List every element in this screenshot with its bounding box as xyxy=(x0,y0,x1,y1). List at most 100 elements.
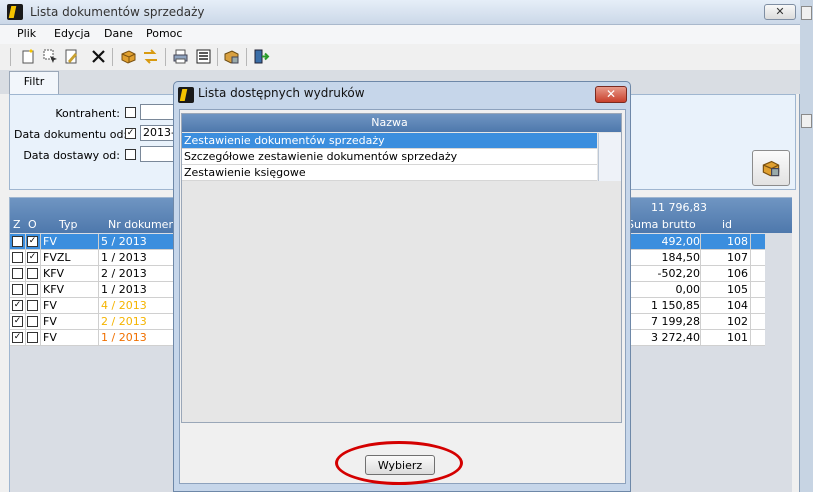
o-checkbox[interactable] xyxy=(27,316,38,327)
document-date-input[interactable]: 2013-0 xyxy=(140,125,174,141)
column-type[interactable]: Typ xyxy=(59,218,78,231)
grid-cell-divider xyxy=(25,234,26,250)
row-gross: 0,00 xyxy=(675,283,701,296)
o-checkbox[interactable]: ✓ xyxy=(27,236,38,247)
choose-button[interactable]: Wybierz xyxy=(365,455,435,475)
contractor-checkbox[interactable] xyxy=(125,107,136,118)
toolbar-grip xyxy=(10,48,11,66)
title-bar: Lista dokumentów sprzedaży ✕ xyxy=(0,0,800,25)
print-button[interactable] xyxy=(752,150,790,186)
menu-dane[interactable]: Dane xyxy=(104,27,133,40)
dialog-close-button[interactable]: ✕ xyxy=(595,86,627,103)
row-type: KFV xyxy=(43,283,65,296)
column-gross-total[interactable]: Suma brutto xyxy=(627,218,696,231)
row-number: 1 / 2013 xyxy=(101,331,147,344)
menu-bar: Plik Edycja Dane Pomoc xyxy=(0,25,800,44)
list-item[interactable]: Zestawienie księgowe xyxy=(182,165,597,181)
row-type: FV xyxy=(43,299,57,312)
exchange-icon[interactable] xyxy=(142,48,159,65)
document-date-checkbox[interactable]: ✓ xyxy=(125,128,136,139)
row-type: FV xyxy=(43,235,57,248)
column-id[interactable]: id xyxy=(722,218,732,231)
package-icon xyxy=(762,160,780,177)
row-id: 102 xyxy=(727,315,748,328)
toolbar-separator xyxy=(165,48,166,66)
grid-cell-divider xyxy=(25,330,26,346)
toolbar-separator xyxy=(112,48,113,66)
toolbar-separator xyxy=(246,48,247,66)
row-gross: 3 272,40 xyxy=(651,331,700,344)
delivery-date-label: Data dostawy od: xyxy=(23,149,120,162)
z-checkbox[interactable] xyxy=(12,236,23,247)
grid-cell-divider xyxy=(750,298,751,314)
package-icon[interactable] xyxy=(120,48,137,65)
o-checkbox[interactable]: ✓ xyxy=(27,252,38,263)
row-number: 1 / 2013 xyxy=(101,251,147,264)
o-checkbox[interactable] xyxy=(27,268,38,279)
column-name[interactable]: Nazwa xyxy=(182,116,597,129)
row-number: 2 / 2013 xyxy=(101,267,147,280)
grid-cell-divider xyxy=(40,234,41,250)
tab-filtr[interactable]: Filtr xyxy=(9,71,59,95)
delivery-date-checkbox[interactable] xyxy=(125,149,136,160)
row-gross: 184,50 xyxy=(661,251,701,264)
menu-plik[interactable]: Plik xyxy=(17,27,36,40)
grid-cell-divider xyxy=(40,314,41,330)
edit-icon[interactable] xyxy=(63,48,80,65)
menu-edycja[interactable]: Edycja xyxy=(54,27,90,40)
grid-cell-divider xyxy=(700,282,701,298)
row-type: KFV xyxy=(43,267,65,280)
list-item[interactable]: Szczegółowe zestawienie dokumentów sprze… xyxy=(182,149,597,165)
scroll-up-button[interactable] xyxy=(801,6,812,20)
z-checkbox[interactable] xyxy=(12,268,23,279)
dialog-title: Lista dostępnych wydruków xyxy=(198,86,365,100)
row-gross: 1 150,85 xyxy=(651,299,700,312)
grid-cell-divider xyxy=(700,266,701,282)
print-icon[interactable] xyxy=(172,48,189,65)
window-title: Lista dokumentów sprzedaży xyxy=(30,5,205,19)
row-number: 5 / 2013 xyxy=(101,235,147,248)
window-close-button[interactable]: ✕ xyxy=(764,4,796,20)
exit-icon[interactable] xyxy=(253,48,270,65)
document-date-label: Data dokumentu od: xyxy=(14,128,128,141)
scroll-thumb[interactable] xyxy=(801,114,812,128)
delivery-date-input[interactable] xyxy=(140,146,174,162)
z-checkbox[interactable] xyxy=(12,284,23,295)
grid-cell-divider xyxy=(98,234,99,250)
grid-cell-divider xyxy=(98,266,99,282)
delete-icon[interactable] xyxy=(90,48,107,65)
z-checkbox[interactable]: ✓ xyxy=(12,332,23,343)
list-item[interactable]: Zestawienie dokumentów sprzedaży xyxy=(182,133,597,149)
contractor-input[interactable] xyxy=(140,104,174,120)
grid-cell-divider xyxy=(25,314,26,330)
grid-cell-divider xyxy=(40,266,41,282)
grid-cell-divider xyxy=(98,250,99,266)
o-checkbox[interactable] xyxy=(27,284,38,295)
row-gross: -502,20 xyxy=(657,267,700,280)
archive-icon[interactable] xyxy=(223,48,240,65)
menu-pomoc[interactable]: Pomoc xyxy=(146,27,182,40)
column-o[interactable]: O xyxy=(28,218,37,231)
column-z[interactable]: Z xyxy=(13,218,21,231)
grid-cell-divider xyxy=(750,234,751,250)
grid-cell-divider xyxy=(40,330,41,346)
toolbar xyxy=(0,44,800,70)
grid-cell-divider xyxy=(40,250,41,266)
grid-cell-divider xyxy=(40,282,41,298)
z-checkbox[interactable]: ✓ xyxy=(12,300,23,311)
row-id: 106 xyxy=(727,267,748,280)
report-icon[interactable] xyxy=(195,48,212,65)
o-checkbox[interactable] xyxy=(27,300,38,311)
z-checkbox[interactable] xyxy=(12,252,23,263)
z-checkbox[interactable]: ✓ xyxy=(12,316,23,327)
toolbar-separator xyxy=(217,48,218,66)
row-type: FV xyxy=(43,331,57,344)
app-logo-icon xyxy=(7,4,23,20)
select-icon[interactable] xyxy=(42,48,59,65)
grid-cell-divider xyxy=(98,314,99,330)
o-checkbox[interactable] xyxy=(27,332,38,343)
new-document-icon[interactable] xyxy=(20,48,37,65)
right-scrollbar[interactable] xyxy=(800,0,813,492)
printouts-list-scrollbar[interactable] xyxy=(598,133,621,181)
grid-cell-divider xyxy=(25,250,26,266)
